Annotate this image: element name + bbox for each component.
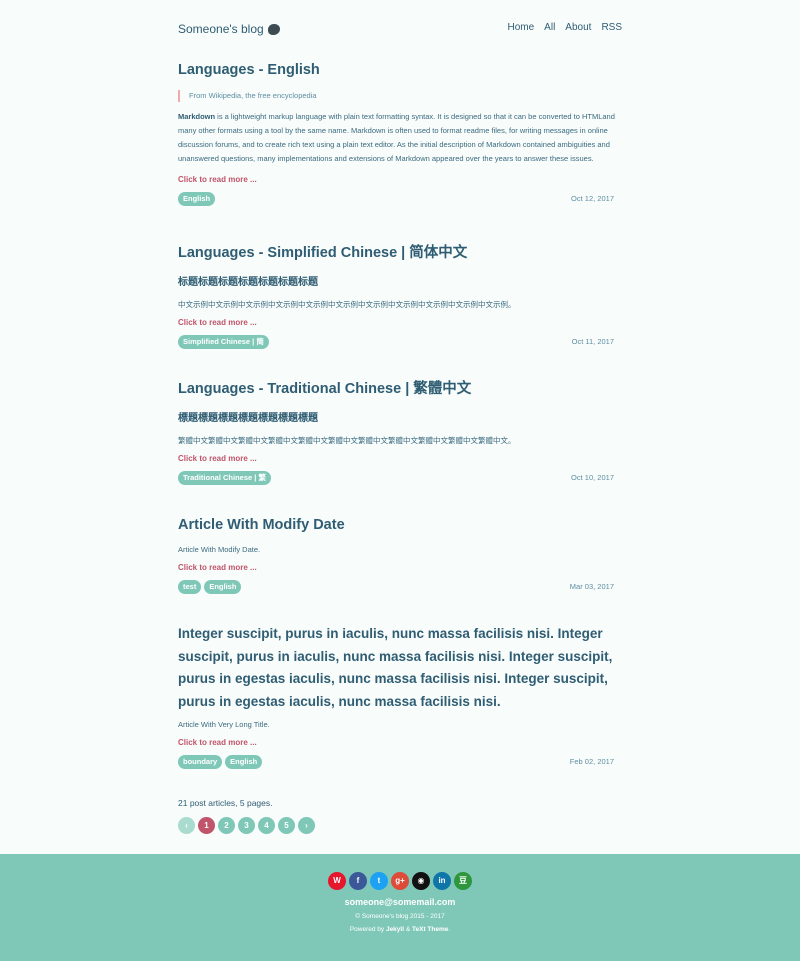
main-nav: Home All About RSS: [507, 22, 622, 33]
page-button-5[interactable]: 5: [278, 817, 295, 834]
tag-badge[interactable]: test: [178, 579, 202, 594]
footer-copyright: © Someone's blog 2015 - 2017: [355, 913, 445, 920]
theme-link[interactable]: TeXt Theme: [412, 926, 448, 933]
site-footer: W f t g+ ◉ in 豆 someone@somemail.com © S…: [0, 854, 800, 961]
excerpt-text: is a lightweight markup language with pl…: [178, 111, 615, 163]
post-excerpt: 繁體中文繁體中文繁體中文繁體中文繁體中文繁體中文繁體中文繁體中文繁體中文繁體中文…: [178, 435, 516, 445]
facebook-icon[interactable]: f: [349, 872, 367, 890]
post-meta: Traditional Chinese | 繁 Oct 10, 2017: [178, 470, 622, 487]
post-meta: test English Mar 03, 2017: [178, 579, 622, 596]
read-more-link[interactable]: Click to read more ...: [178, 175, 622, 184]
page-button-2[interactable]: 2: [218, 817, 235, 834]
read-more-link[interactable]: Click to read more ...: [178, 738, 622, 747]
page-button-4[interactable]: 4: [258, 817, 275, 834]
powered-amp: &: [405, 926, 411, 933]
excerpt-bold: Markdown: [178, 111, 216, 121]
post-title[interactable]: Languages - Simplified Chinese | 简体中文: [178, 243, 622, 265]
read-more-link[interactable]: Click to read more ...: [178, 454, 622, 463]
powered-period: .: [448, 926, 451, 933]
post-excerpt: Article With Modify Date.: [178, 544, 261, 554]
post-excerpt: Article With Very Long Title.: [178, 720, 270, 729]
nav-all[interactable]: All: [544, 22, 555, 33]
read-more-link[interactable]: Click to read more ...: [178, 563, 622, 572]
post-title[interactable]: Article With Modify Date: [178, 515, 622, 537]
site-brand[interactable]: Someone's blog: [178, 22, 280, 36]
post-meta: boundary English Feb 02, 2017: [178, 755, 622, 771]
post-meta: English Oct 12, 2017: [178, 191, 622, 208]
post-tags: Simplified Chinese | 简: [178, 334, 622, 349]
post-excerpt: 中文示例中文示例中文示例中文示例中文示例中文示例中文示例中文示例中文示例中文示例…: [178, 299, 516, 309]
post-item: Integer suscipit, purus in iaculis, nunc…: [178, 623, 622, 771]
tag-badge[interactable]: English: [204, 579, 242, 594]
post-excerpt: Markdown is a lightweight markup languag…: [178, 110, 622, 166]
post-item: Languages - Simplified Chinese | 简体中文 标题…: [178, 243, 622, 351]
powered-prefix: Powered by: [349, 926, 385, 933]
read-more-link[interactable]: Click to read more ...: [178, 318, 622, 327]
jekyll-link[interactable]: Jekyll: [386, 926, 404, 933]
nav-about[interactable]: About: [565, 22, 591, 33]
tag-badge[interactable]: Simplified Chinese | 简: [178, 334, 269, 349]
footer-powered-by: Powered by Jekyll & TeXt Theme.: [0, 926, 800, 933]
tag-badge[interactable]: boundary: [178, 755, 223, 769]
post-tags: test English: [178, 579, 622, 594]
github-icon[interactable]: ◉: [412, 872, 430, 890]
nav-home[interactable]: Home: [507, 22, 534, 33]
site-header: Someone's blog Home All About RSS: [178, 18, 622, 40]
post-title[interactable]: Languages - Traditional Chinese | 繁體中文: [178, 379, 622, 401]
prev-page-button[interactable]: ‹: [178, 817, 195, 834]
post-item: Article With Modify Date Article With Mo…: [178, 515, 622, 596]
tag-badge[interactable]: English: [225, 755, 263, 769]
post-date: Oct 11, 2017: [571, 336, 614, 346]
post-tags: Traditional Chinese | 繁: [178, 470, 622, 485]
post-title[interactable]: Integer suscipit, purus in iaculis, nunc…: [178, 623, 622, 713]
post-title[interactable]: Languages - English: [178, 60, 622, 82]
google-plus-icon[interactable]: g+: [391, 872, 409, 890]
post-date: Mar 03, 2017: [569, 581, 614, 591]
linkedin-icon[interactable]: in: [433, 872, 451, 890]
page-button-1[interactable]: 1: [198, 817, 215, 834]
post-meta: Simplified Chinese | 简 Oct 11, 2017: [178, 334, 622, 351]
post-tags: English: [178, 191, 622, 206]
post-subheading: 標題標題標題標題標題標題標題: [178, 412, 318, 424]
tag-badge[interactable]: English: [178, 191, 216, 206]
next-page-button[interactable]: ›: [298, 817, 315, 834]
post-item: Languages - Traditional Chinese | 繁體中文 標…: [178, 379, 622, 487]
post-quote: From Wikipedia, the free encyclopedia: [178, 89, 622, 102]
page-button-3[interactable]: 3: [238, 817, 255, 834]
post-date: Feb 02, 2017: [569, 757, 614, 766]
pagination: ‹ 1 2 3 4 5 ›: [178, 817, 315, 834]
post-date: Oct 12, 2017: [571, 193, 614, 203]
tag-badge[interactable]: Traditional Chinese | 繁: [178, 470, 271, 485]
post-tags: boundary English: [178, 755, 622, 769]
nav-rss[interactable]: RSS: [601, 22, 622, 33]
blob-icon: [267, 23, 280, 35]
twitter-icon[interactable]: t: [370, 872, 388, 890]
pagination-summary: 21 post articles, 5 pages.: [178, 798, 273, 808]
footer-email[interactable]: someone@somemail.com: [0, 897, 800, 907]
douban-icon[interactable]: 豆: [454, 872, 472, 890]
post-date: Oct 10, 2017: [571, 472, 614, 482]
weibo-icon[interactable]: W: [328, 872, 346, 890]
brand-title[interactable]: Someone's blog: [178, 22, 264, 36]
social-links: W f t g+ ◉ in 豆: [0, 872, 800, 890]
post-item: Languages - English From Wikipedia, the …: [178, 60, 622, 208]
post-subheading: 标题标题标题标题标题标题标题: [178, 276, 318, 288]
